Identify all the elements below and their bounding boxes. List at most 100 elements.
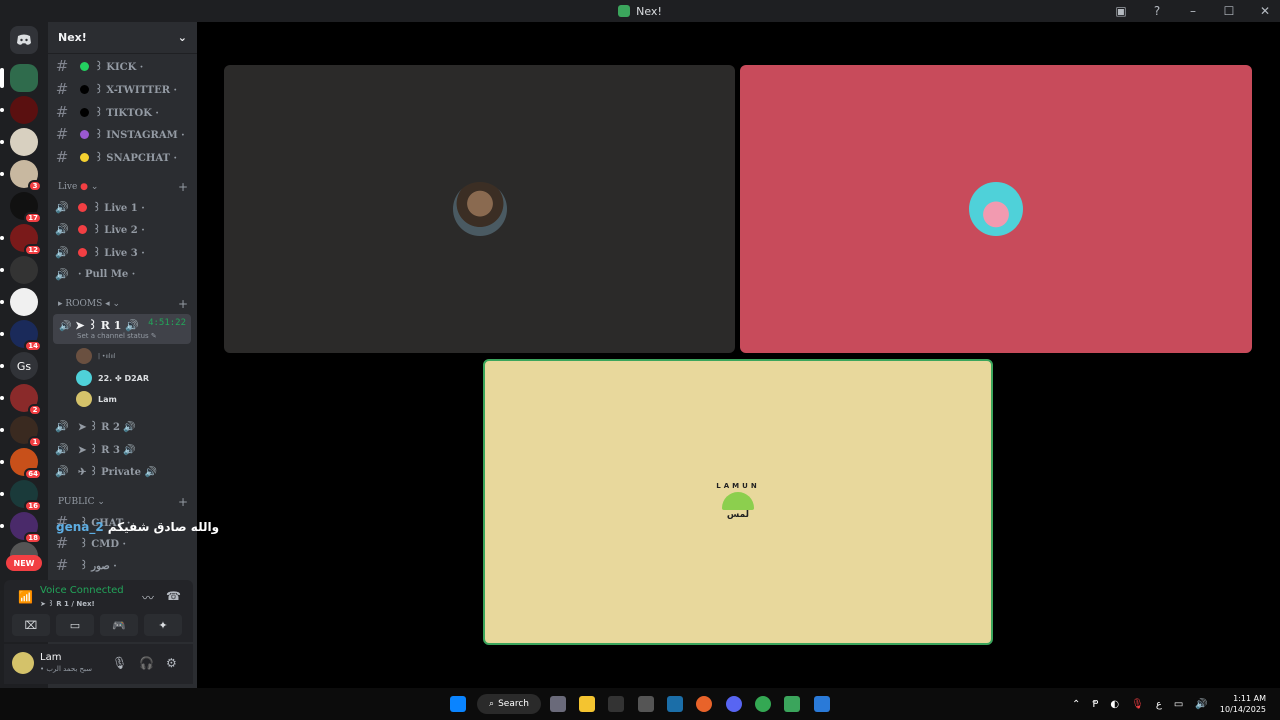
status-dot [80,129,89,139]
signal-icon: 📶 [18,590,33,604]
server-icon[interactable]: 2 [0,384,42,416]
channel-instagram[interactable]: # ꒱ INSTAGRAM · [54,124,190,144]
hash-icon: # [55,556,69,574]
voice-channel-r1-active[interactable]: 🔊 ➤ ꒱ R 1 🔊 4:51:22 Set a channel status… [53,314,191,344]
window-title: Nex! [636,4,662,18]
volume-icon[interactable]: 🔊 [1195,699,1207,710]
activity-button[interactable]: 🎮 [100,614,138,636]
server-icon[interactable] [0,256,38,284]
category-label: Live [58,182,78,192]
server-icon-nex[interactable] [0,64,38,92]
overlay-username: gena_2 [56,520,104,534]
voice-status-title[interactable]: Voice Connected [40,585,124,596]
add-channel-icon[interactable]: + [178,180,188,194]
screen-share-icon[interactable]: ▣ [1114,4,1128,18]
participant-tile[interactable] [740,65,1252,353]
channel-x-twitter[interactable]: # ꒱ X-TWITTER · [54,79,190,99]
category-public[interactable]: PUBLIC ⌄ + [58,495,188,509]
app-icon[interactable] [784,696,800,712]
unread-badge: 17 [24,212,42,224]
disconnect-icon[interactable]: ☎ [166,589,181,603]
discord-home-icon[interactable] [10,26,38,54]
channel-cmd[interactable]: # ꒱ CMD · [54,533,190,553]
network-icon[interactable]: ▭ [1174,699,1183,710]
chrome-icon[interactable] [755,696,771,712]
voice-status-subtitle[interactable]: ➤ ꒱ R 1 / Nex! [40,598,95,608]
category-rooms[interactable]: ▸ ROOMS ◂ ⌄ + [58,297,188,311]
screen-share-button[interactable]: ▭ [56,614,94,636]
avatar [76,370,92,386]
voice-channel-live-1[interactable]: 🔊 ꒱ Live 1 · [54,197,190,217]
gear-icon[interactable]: ⚙ [166,656,177,670]
app-icon[interactable] [638,696,654,712]
microphone-icon[interactable]: 🎙 [112,656,127,670]
category-live[interactable]: Live ● ⌄ + [58,180,188,194]
server-icon[interactable] [0,96,38,124]
server-icon[interactable]: 1 [0,416,42,448]
user-name[interactable]: Lam [40,652,61,663]
file-explorer-icon[interactable] [579,696,595,712]
voice-channel-live-2[interactable]: 🔊 ꒱ Live 2 · [54,219,190,239]
server-icon[interactable]: 12 [0,224,42,256]
voice-channel-private[interactable]: 🔊 ✈ ꒱ Private 🔊 [54,461,190,481]
camera-off-button[interactable]: ⌧ [12,614,50,636]
steam-icon[interactable] [667,696,683,712]
participant-tile[interactable] [224,65,735,353]
server-icon[interactable]: 64 [0,448,42,480]
unread-badge: 16 [24,500,42,512]
server-icon-nirvana[interactable] [0,288,38,316]
help-icon[interactable]: ? [1150,4,1164,18]
participant-tile-speaking[interactable]: LAMUN لمس [483,359,993,645]
window-titlebar: Nex! ▣ ? – ☐ ✕ [0,0,1280,22]
close-button[interactable]: ✕ [1258,4,1272,18]
microphone-icon[interactable]: 🎙 [1131,699,1144,710]
noise-suppression-icon[interactable]: 〰 [142,589,154,606]
epic-games-icon[interactable] [608,696,624,712]
voice-channel-live-3[interactable]: 🔊 ꒱ Live 3 · [54,242,190,262]
search-button[interactable]: ⌕ Search [477,694,541,714]
server-icon[interactable]: 18 [0,512,42,544]
tray-app-icon[interactable]: Ᵽ [1092,699,1098,710]
voice-user[interactable]: | •ıılııl [76,347,115,365]
avatar[interactable] [12,652,34,674]
widgets-icon[interactable] [550,696,566,712]
voice-channel-pull-me[interactable]: 🔊 · Pull Me · [54,264,190,284]
server-icon[interactable] [0,128,38,156]
firefox-icon[interactable] [696,696,712,712]
tray-app-icon[interactable]: ◐ [1110,699,1119,710]
voice-channel-r2[interactable]: 🔊 ➤ ꒱ R 2 🔊 [54,416,190,436]
server-icon[interactable]: 14 [0,320,42,352]
minimize-button[interactable]: – [1186,4,1200,18]
red-dot-icon: ● [80,182,88,192]
soundboard-button[interactable]: ✦ [144,614,182,636]
discord-icon[interactable] [726,696,742,712]
user-panel: Lam • سبح بحمد الرب 🎙 🎧 ⚙ [4,644,193,684]
add-channel-icon[interactable]: + [178,297,188,311]
server-icon[interactable]: 16 [0,480,42,512]
server-icon-gs[interactable]: Gs [0,352,38,380]
channel-status-link[interactable]: Set a channel status ✎ [77,332,157,340]
voice-user[interactable]: 22. ✤ D2AR [76,369,149,387]
clock[interactable]: 1:11 AM 10/14/2025 [1220,693,1266,715]
server-icon[interactable]: 3 [0,160,42,192]
channel-label: ✈ ꒱ Private 🔊 [78,466,157,478]
start-icon[interactable] [450,696,466,712]
new-badge[interactable]: NEW [6,555,42,571]
clock-time: 1:11 AM [1233,694,1266,703]
channel-snapchat[interactable]: # ꒱ SNAPCHAT · [54,147,190,167]
channel-kick[interactable]: # ꒱ KICK · [54,56,190,76]
voice-user[interactable]: Lam [76,390,117,408]
channel-label: ➤ ꒱ R 3 🔊 [78,444,136,456]
channel-tiktok[interactable]: # ꒱ TIKTOK · [54,102,190,122]
chevron-up-icon[interactable]: ⌃ [1072,699,1080,710]
server-icon[interactable]: 17 [10,192,42,224]
channel-images[interactable]: # ꒱ صور · [54,555,190,575]
add-channel-icon[interactable]: + [178,495,188,509]
server-header[interactable]: Nex! ⌄ [48,22,197,54]
headphones-icon[interactable]: 🎧 [139,656,154,670]
voice-channel-r3[interactable]: 🔊 ➤ ꒱ R 3 🔊 [54,439,190,459]
maximize-button[interactable]: ☐ [1222,4,1236,18]
language-indicator[interactable]: ع [1156,699,1162,710]
server-initials: Gs [16,359,32,373]
app-icon[interactable] [814,696,830,712]
